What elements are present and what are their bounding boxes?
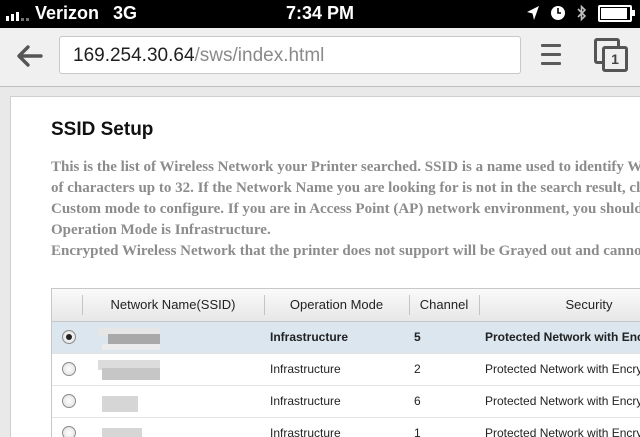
tabs-button[interactable]: 1	[594, 38, 628, 72]
ssid-cell	[98, 424, 164, 437]
description-line: Operation Mode is Infrastructure.	[51, 222, 271, 238]
description-line: This is the list of Wireless Network you…	[51, 159, 640, 175]
select-radio[interactable]	[62, 330, 76, 344]
select-radio[interactable]	[62, 426, 76, 437]
table-header: Network Name(SSID) Operation Mode Channe…	[52, 289, 640, 322]
table-row[interactable]: Infrastructure 5 Protected Network with …	[52, 322, 640, 354]
table-row[interactable]: Infrastructure 6 Protected Network with …	[52, 386, 640, 418]
address-bar[interactable]: 169.254.30.64/sws/index.html	[59, 36, 521, 74]
description-line: of characters up to 32. If the Network N…	[51, 180, 640, 196]
operation-mode-cell: Infrastructure	[270, 394, 341, 408]
description-line: Encrypted Wireless Network that the prin…	[51, 243, 640, 259]
operation-mode-cell: Infrastructure	[270, 330, 349, 344]
status-bar: Verizon 3G 7:34 PM	[0, 0, 640, 28]
back-arrow-icon[interactable]	[14, 41, 44, 71]
security-cell: Protected Network with Encryp	[485, 362, 640, 376]
browser-toolbar: 169.254.30.64/sws/index.html 1	[0, 28, 640, 87]
status-icons	[526, 4, 635, 22]
header-select	[52, 289, 82, 321]
url-host: 169.254.30.64	[73, 45, 195, 66]
menu-icon[interactable]	[541, 44, 561, 66]
url-text: 169.254.30.64/sws/index.html	[73, 45, 324, 67]
web-page: SSID Setup This is the list of Wireless …	[10, 96, 640, 437]
description-line: Custom mode to configure. If you are in …	[51, 201, 640, 217]
channel-cell: 2	[414, 362, 421, 376]
security-cell: Protected Network with Encr	[485, 330, 640, 344]
bluetooth-icon	[577, 4, 587, 22]
select-radio[interactable]	[62, 362, 76, 376]
operation-mode-cell: Infrastructure	[270, 362, 341, 376]
ssid-cell	[98, 360, 164, 382]
channel-cell: 5	[414, 330, 421, 344]
channel-cell: 1	[414, 426, 421, 437]
security-cell: Protected Network with Encryp	[485, 394, 640, 408]
page-title: SSID Setup	[51, 119, 154, 140]
header-channel[interactable]: Channel	[409, 289, 479, 321]
tab-count: 1	[602, 46, 628, 72]
security-cell: Protected Network with Encryp	[485, 426, 640, 437]
ssid-cell	[98, 328, 164, 350]
header-network-name[interactable]: Network Name(SSID)	[82, 289, 264, 321]
url-path: /sws/index.html	[194, 45, 325, 66]
select-radio[interactable]	[62, 394, 76, 408]
operation-mode-cell: Infrastructure	[270, 426, 341, 437]
table-row[interactable]: Infrastructure 1 Protected Network with …	[52, 418, 640, 437]
description-text: This is the list of Wireless Network you…	[51, 157, 640, 262]
location-arrow-icon	[527, 6, 539, 20]
ssid-table: Network Name(SSID) Operation Mode Channe…	[51, 288, 640, 437]
channel-cell: 6	[414, 394, 421, 408]
header-operation-mode[interactable]: Operation Mode	[264, 289, 409, 321]
battery-icon	[598, 4, 635, 22]
table-row[interactable]: Infrastructure 2 Protected Network with …	[52, 354, 640, 386]
header-security[interactable]: Security	[479, 289, 640, 321]
ssid-cell	[98, 392, 164, 414]
clock-icon	[551, 6, 565, 20]
